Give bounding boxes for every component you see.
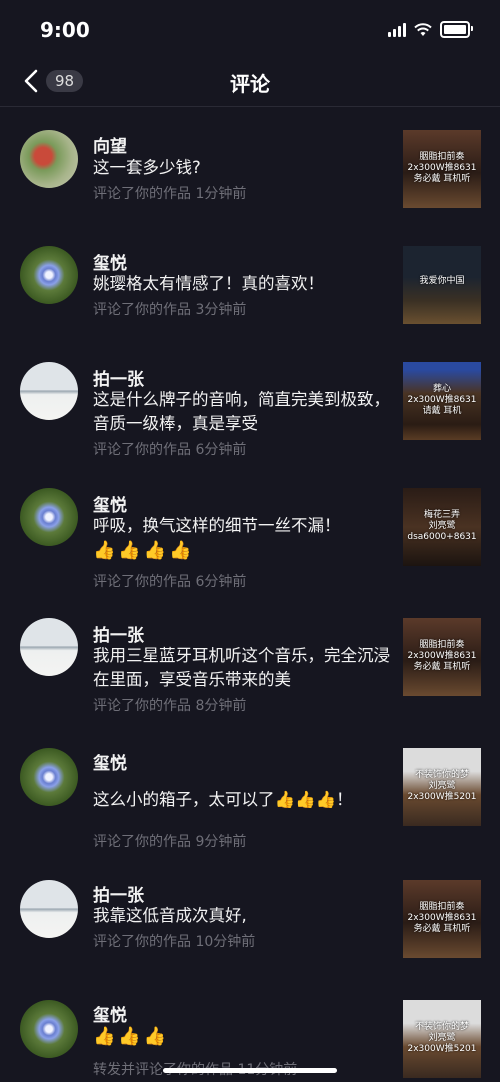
thumbs-up-emojis: 👍👍👍	[93, 1026, 170, 1047]
video-thumbnail[interactable]: 不装饰你的梦 刘亮鹭 2x300W推5201	[403, 1000, 481, 1078]
thumbnail-caption: 胭脂扣前奏 2x300W推8631 务必戴 耳机听	[407, 901, 477, 934]
avatar[interactable]	[20, 130, 78, 188]
comment-text: 这是什么牌子的音响，简直完美到极致，音质一级棒，真是享受	[93, 390, 390, 433]
thumbs-up-emojis: 👍👍👍👍	[93, 540, 195, 561]
wifi-icon	[414, 22, 432, 36]
commenter-name[interactable]: 玺悦	[93, 249, 127, 274]
page-title: 评论	[230, 72, 270, 96]
comment-item[interactable]: 拍一张 我靠这低音成次真好, 评论了你的作品 10分钟前 胭脂扣前奏 2x300…	[0, 860, 500, 982]
comment-item[interactable]: 拍一张 这是什么牌子的音响，简直完美到极致，音质一级棒，真是享受 评论了你的作品…	[0, 346, 500, 472]
video-thumbnail[interactable]: 胭脂扣前奏 2x300W推8631 务必戴 耳机听	[403, 880, 481, 958]
commenter-name[interactable]: 玺悦	[93, 491, 127, 516]
comment-meta: 评论了你的作品 6分钟前	[93, 442, 247, 458]
video-thumbnail[interactable]: 胭脂扣前奏 2x300W推8631 务必戴 耳机听	[403, 618, 481, 696]
thumbnail-caption: 胭脂扣前奏 2x300W推8631 务必戴 耳机听	[407, 639, 477, 672]
comment-item[interactable]: 玺悦 这么小的箱子，太可以了👍👍👍！ 评论了你的作品 9分钟前 不装饰你的梦 刘…	[0, 728, 500, 860]
thumbnail-caption: 葬心 2x300W推8631 请戴 耳机	[407, 383, 477, 416]
avatar[interactable]	[20, 618, 78, 676]
comment-item[interactable]: 拍一张 我用三星蓝牙耳机听这个音乐，完全沉浸在里面，享受音乐带来的美 评论了你的…	[0, 602, 500, 728]
top-nav: 98 评论	[0, 56, 500, 107]
comment-meta: 评论了你的作品 1分钟前	[93, 186, 247, 202]
thumbnail-caption: 我爱你中国	[419, 275, 465, 286]
thumbnail-caption: 胭脂扣前奏 2x300W推8631 务必戴 耳机听	[407, 151, 477, 184]
commenter-name[interactable]: 拍一张	[93, 881, 144, 906]
comment-meta: 评论了你的作品 6分钟前	[93, 574, 247, 590]
avatar[interactable]	[20, 880, 78, 938]
comment-meta: 评论了你的作品 10分钟前	[93, 934, 256, 950]
status-icons	[388, 21, 473, 38]
thumbnail-caption: 不装饰你的梦 刘亮鹭 2x300W推5201	[407, 1021, 477, 1054]
comment-text: 这一套多少钱?	[93, 158, 201, 177]
comment-text: 这么小的箱子，太可以了👍👍👍！	[93, 790, 353, 809]
comment-meta: 评论了你的作品 3分钟前	[93, 302, 247, 318]
video-thumbnail[interactable]: 胭脂扣前奏 2x300W推8631 务必戴 耳机听	[403, 130, 481, 208]
commenter-name[interactable]: 玺悦	[93, 749, 127, 774]
comment-item[interactable]: 向望 这一套多少钱? 评论了你的作品 1分钟前 胭脂扣前奏 2x300W推863…	[0, 108, 500, 228]
home-indicator[interactable]	[163, 1068, 337, 1073]
commenter-name[interactable]: 向望	[93, 132, 127, 157]
comment-text: 姚璎格太有情感了！真的喜欢！	[93, 274, 324, 293]
commenter-name[interactable]: 玺悦	[93, 1001, 127, 1026]
video-thumbnail[interactable]: 不装饰你的梦 刘亮鹭 2x300W推5201	[403, 748, 481, 826]
commenter-name[interactable]: 拍一张	[93, 621, 144, 646]
video-thumbnail[interactable]: 梅花三弄 刘亮鹭 dsa6000+8631	[403, 488, 481, 566]
battery-icon	[440, 21, 473, 38]
comment-item[interactable]: 玺悦 呼吸，换气这样的细节一丝不漏！ 👍👍👍👍 评论了你的作品 6分钟前 梅花三…	[0, 472, 500, 602]
comment-text: 呼吸，换气这样的细节一丝不漏！	[93, 516, 341, 535]
avatar[interactable]	[20, 748, 78, 806]
comment-item[interactable]: 玺悦 姚璎格太有情感了！真的喜欢！ 评论了你的作品 3分钟前 我爱你中国	[0, 228, 500, 346]
status-time: 9:00	[40, 18, 90, 42]
cellular-signal-icon	[388, 22, 406, 37]
video-thumbnail[interactable]: 葬心 2x300W推8631 请戴 耳机	[403, 362, 481, 440]
avatar[interactable]	[20, 1000, 78, 1058]
comment-item[interactable]: 玺悦 👍👍👍 转发并评论了你的作品 11分钟前 不装饰你的梦 刘亮鹭 2x300…	[0, 982, 500, 1082]
commenter-name[interactable]: 拍一张	[93, 365, 144, 390]
avatar[interactable]	[20, 362, 78, 420]
thumbnail-caption: 不装饰你的梦 刘亮鹭 2x300W推5201	[407, 769, 477, 802]
video-thumbnail[interactable]: 我爱你中国	[403, 246, 481, 324]
thumbnail-caption: 梅花三弄 刘亮鹭 dsa6000+8631	[407, 509, 477, 542]
avatar[interactable]	[20, 488, 78, 546]
status-bar: 9:00	[0, 0, 500, 56]
comment-text: 我用三星蓝牙耳机听这个音乐，完全沉浸在里面，享受音乐带来的美	[93, 646, 390, 689]
comment-meta: 评论了你的作品 8分钟前	[93, 698, 247, 714]
comment-text: 我靠这低音成次真好,	[93, 906, 247, 925]
avatar[interactable]	[20, 246, 78, 304]
comment-meta: 评论了你的作品 9分钟前	[93, 834, 247, 850]
